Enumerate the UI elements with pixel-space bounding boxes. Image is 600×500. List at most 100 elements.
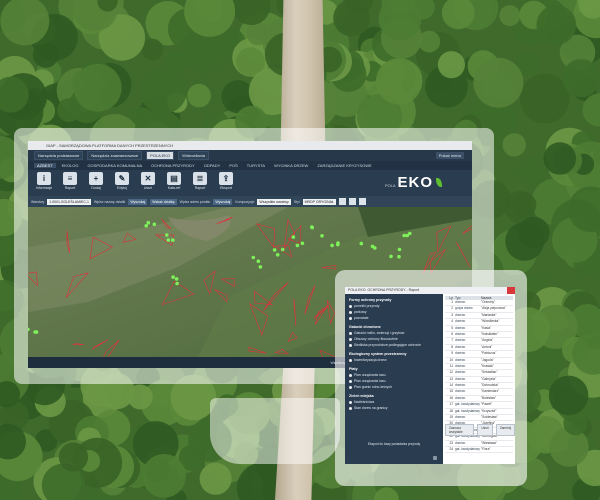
- table-cell: 14: [449, 383, 453, 388]
- tool-raport-2[interactable]: ≣ Raport: [190, 170, 210, 190]
- tool-edytuj[interactable]: ✎ Edytuj: [112, 170, 132, 190]
- section-header: Płaty: [349, 367, 358, 371]
- tool-kata-ref[interactable]: ▤ Kata-ref: [164, 170, 184, 190]
- tree-point-marker[interactable]: [272, 248, 277, 252]
- tree-point-marker[interactable]: [330, 243, 334, 248]
- table-cell: grupa drzew: [455, 306, 473, 311]
- home-button[interactable]: [433, 456, 437, 460]
- tree-point-marker[interactable]: [402, 233, 407, 238]
- tree-point-marker[interactable]: [291, 235, 296, 239]
- tree-point-marker[interactable]: [166, 238, 171, 242]
- close-icon[interactable]: [507, 287, 515, 294]
- report-option[interactable]: pozostałe: [345, 315, 443, 321]
- tree-point-marker[interactable]: [165, 233, 169, 237]
- tree-point-marker[interactable]: [389, 254, 393, 259]
- tree-crown: [473, 57, 524, 108]
- address-search-input[interactable]: Wpisz adres punktu: [180, 200, 211, 204]
- tree-point-marker[interactable]: [152, 222, 157, 227]
- section-header: Ekologiczny system przestrzenny: [349, 352, 407, 356]
- report-footer-link[interactable]: Eksport do bazy posiadania przyrody: [345, 442, 443, 446]
- tree-point-marker[interactable]: [295, 243, 300, 248]
- tool-label: Usuń: [143, 186, 153, 190]
- tool-label: Informacje: [35, 186, 53, 190]
- tool-usun[interactable]: ✕ Usuń: [138, 170, 158, 190]
- tree-point-marker[interactable]: [320, 234, 324, 238]
- menu-item-video[interactable]: Wideoeliania: [178, 151, 209, 160]
- table-cell: drzewo: [455, 344, 466, 349]
- tool-label: Edytuj: [117, 186, 127, 190]
- tab-wycinka-drzew[interactable]: WYCINKA DRZEW: [271, 163, 311, 168]
- layer-select[interactable]: 1.0001-SOLEŚLAMIEC-1: [47, 198, 91, 205]
- settings-icon[interactable]: [338, 198, 346, 205]
- tab-pos[interactable]: POŚ: [226, 163, 240, 168]
- tree-point-marker[interactable]: [174, 277, 179, 281]
- tree-point-marker[interactable]: [275, 253, 280, 257]
- tree-point-marker[interactable]: [336, 242, 340, 247]
- report-option[interactable]: Inwentaryzacja drzew: [345, 357, 443, 363]
- tab-azbest[interactable]: AZBEST: [34, 163, 56, 168]
- close-button[interactable]: Zamknij: [495, 424, 515, 436]
- tree-point-marker[interactable]: [300, 241, 305, 246]
- tree-crown: [519, 158, 547, 187]
- tree-point-marker[interactable]: [34, 330, 39, 334]
- menu-item-pola-eko[interactable]: POLA EKO: [146, 151, 175, 160]
- table-cell: 11: [449, 363, 453, 368]
- tree-point-marker[interactable]: [310, 225, 315, 230]
- tab-ochrona-przyrody[interactable]: OCHRONA PRZYRODY: [148, 163, 198, 168]
- style-select[interactable]: MRDP ORYGINAŁ: [302, 198, 336, 205]
- tree-point-marker[interactable]: [359, 241, 364, 246]
- delete-button[interactable]: Usuń: [477, 424, 493, 436]
- tree-point-marker[interactable]: [397, 254, 401, 259]
- report-option[interactable]: Siedliska przyrodnicze podlegające ochro…: [345, 342, 443, 348]
- tab-ekolog[interactable]: EKOLOG: [59, 163, 82, 168]
- tab-zarzadzanie-kryzysowe[interactable]: ZARZĄDZANIE KRYZYSOWE: [314, 163, 374, 168]
- tree-point-marker[interactable]: [146, 220, 151, 225]
- tab-odpady[interactable]: ODPADY: [201, 163, 224, 168]
- tree-point-marker[interactable]: [408, 231, 412, 236]
- address-search-button[interactable]: Wyszukaj: [213, 198, 233, 205]
- plot-search-input[interactable]: Wpisz nazwę działki: [94, 200, 125, 204]
- select-all-button[interactable]: Zaznacz wszystkie: [445, 424, 475, 436]
- table-row[interactable]: 24 gat. kandydatowy "Flora": [445, 446, 513, 454]
- report-option[interactable]: Stan drzew na granicy: [345, 405, 443, 411]
- report-option[interactable]: Plan granic rolno-leśnych: [345, 384, 443, 390]
- tree-point-marker[interactable]: [258, 265, 263, 269]
- table-cell: drzewo: [455, 331, 466, 336]
- tree-point-marker[interactable]: [175, 281, 179, 286]
- tree-point-marker[interactable]: [397, 247, 402, 252]
- tool-eksport[interactable]: ⇪ Eksport: [216, 170, 236, 190]
- leaf-icon: [436, 178, 442, 187]
- layers-icon[interactable]: [358, 198, 366, 205]
- composition-select[interactable]: Wszystkie warstwy: [257, 198, 291, 205]
- monitor-stand: [210, 398, 340, 464]
- tree-point-marker[interactable]: [251, 255, 256, 260]
- table-cell: 6: [451, 331, 453, 336]
- export-icon: ⇪: [219, 172, 233, 185]
- tree-point-marker[interactable]: [256, 259, 261, 263]
- menu-item-advanced-tools[interactable]: Narzędzia zaawansowane: [87, 151, 143, 160]
- table-cell: drzewo: [455, 300, 466, 304]
- tree-crown: [519, 73, 570, 124]
- show-menu-button[interactable]: Pokaż menu: [435, 152, 464, 159]
- tree-crown: [58, 442, 89, 472]
- tree-point-marker[interactable]: [373, 246, 377, 250]
- report-window-title: POLA EKO: OCHRONA PRZYRODY - Raport: [345, 287, 515, 294]
- menu-item-basic-tools[interactable]: Narzędzia podstawowe: [34, 151, 84, 160]
- select-plot-button[interactable]: Wskaż działkę: [150, 198, 177, 205]
- table-cell: "Flora": [481, 446, 491, 451]
- tree-point-marker[interactable]: [280, 247, 285, 252]
- plot-search-button[interactable]: Wyszukaj: [128, 198, 148, 205]
- tree-point-marker[interactable]: [171, 238, 175, 242]
- tool-raport[interactable]: ≡ Raport: [60, 170, 80, 190]
- table-cell: 16: [449, 395, 453, 400]
- tab-gospodarka[interactable]: GOSPODARKA KOMUNALNA: [84, 163, 145, 168]
- print-icon[interactable]: [348, 198, 356, 205]
- tree-point-marker[interactable]: [144, 224, 148, 228]
- tab-turysta[interactable]: TURYSTA: [244, 163, 268, 168]
- tool-label: Eksport: [220, 186, 232, 190]
- tree-point-marker[interactable]: [171, 275, 175, 279]
- table-cell: 12: [449, 370, 453, 375]
- table-cell: 19: [449, 415, 453, 420]
- tool-informacje[interactable]: i Informacje: [34, 170, 54, 190]
- tool-dodaj[interactable]: + Dodaj: [86, 170, 106, 190]
